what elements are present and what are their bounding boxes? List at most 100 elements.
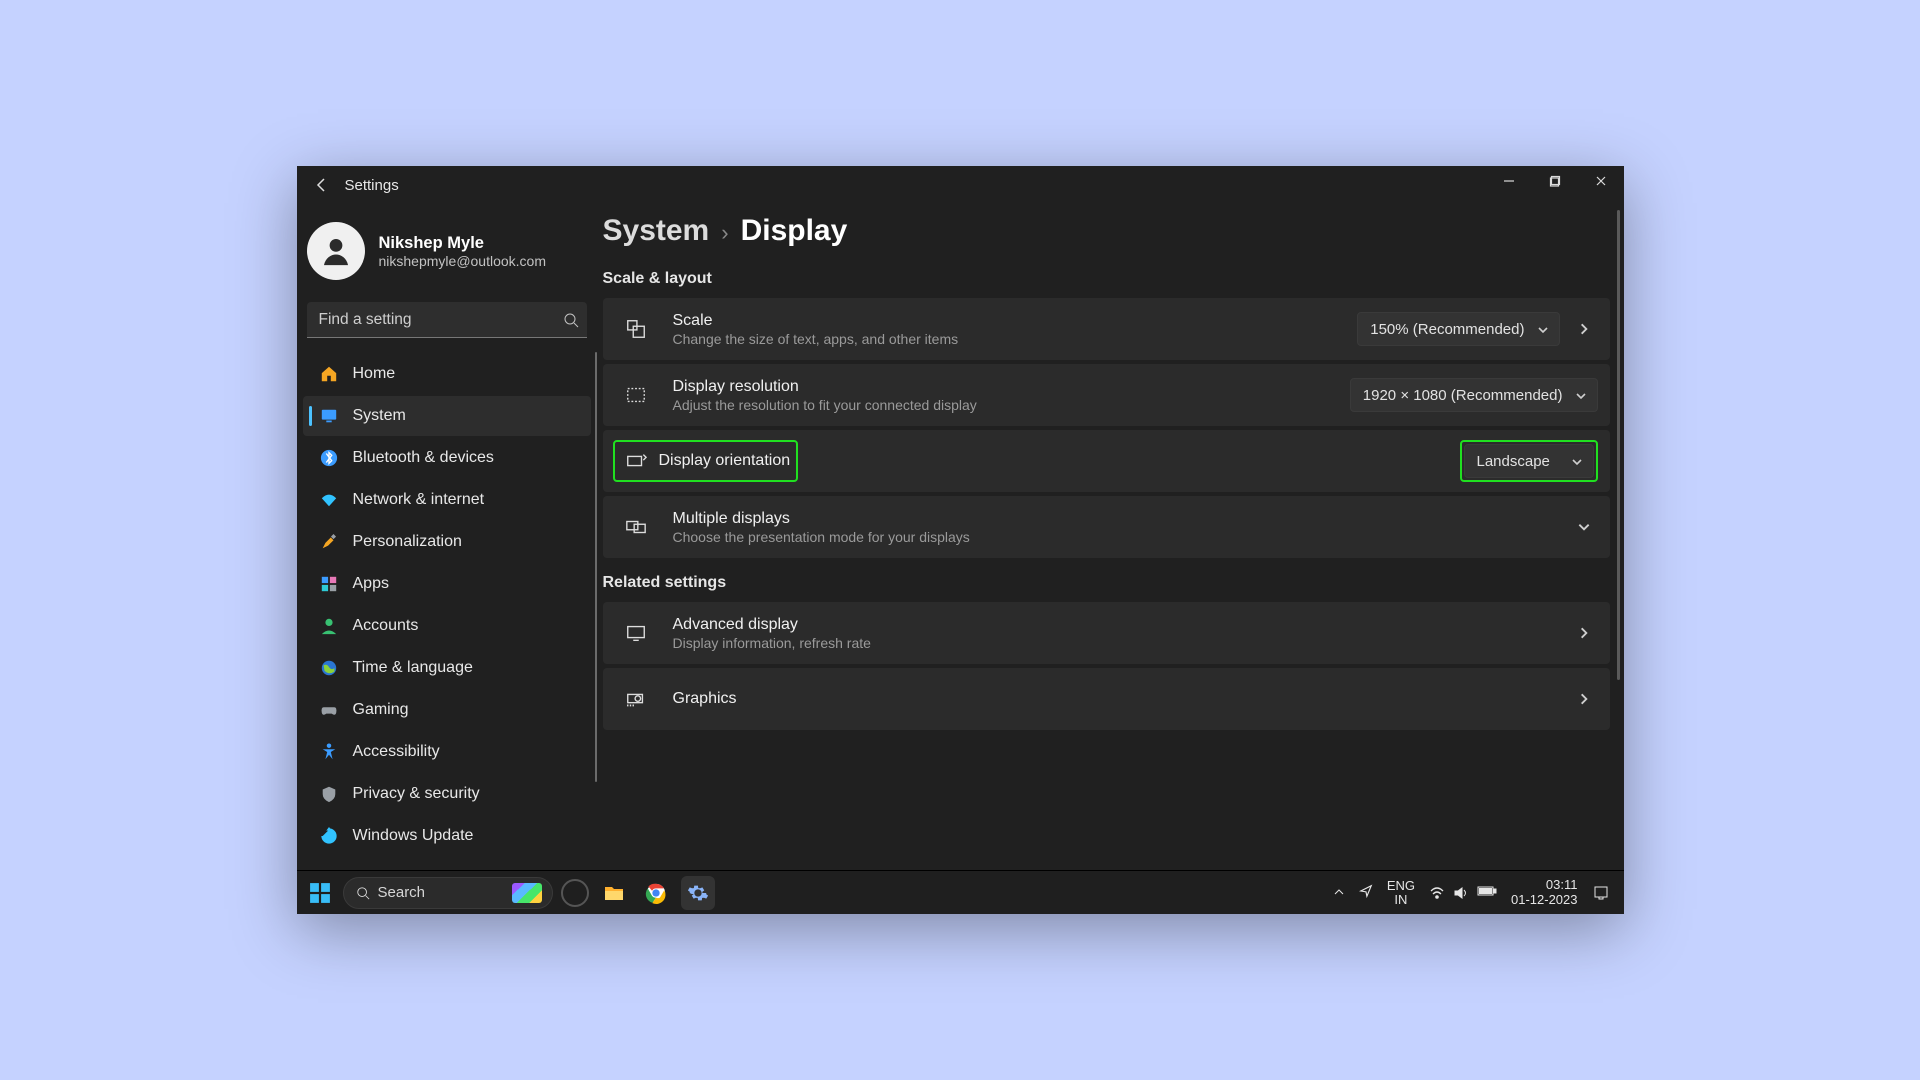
sidebar-item-gaming[interactable]: Gaming (303, 690, 591, 730)
multimonitor-icon (619, 510, 653, 544)
taskbar-app-chrome[interactable] (639, 876, 673, 910)
chevron-down-icon (1575, 389, 1587, 401)
setting-title: Display orientation (659, 452, 791, 470)
sidebar-item-label: Accessibility (353, 743, 440, 761)
resolution-dropdown[interactable]: 1920 × 1080 (Recommended) (1350, 378, 1598, 412)
sidebar-item-system[interactable]: System (303, 396, 591, 436)
sidebar-item-label: Windows Update (353, 827, 474, 845)
content: System › Display Scale & layout Scale Ch… (597, 204, 1624, 870)
person-icon (319, 616, 339, 636)
shield-icon (319, 784, 339, 804)
orientation-dropdown[interactable]: Landscape (1464, 444, 1594, 478)
wifi-icon (319, 490, 339, 510)
setting-desc: Display information, refresh rate (673, 635, 871, 651)
settings-window: Settings Nikshep Myle nikshepmyle@outlo (297, 166, 1624, 914)
sidebar-item-update[interactable]: Windows Update (303, 816, 591, 856)
taskview-button[interactable] (561, 879, 589, 907)
navigate-arrow[interactable] (1570, 685, 1598, 713)
home-icon (319, 364, 339, 384)
resolution-icon (619, 378, 653, 412)
sidebar-item-home[interactable]: Home (303, 354, 591, 394)
system-tray[interactable] (1429, 885, 1497, 901)
setting-card-multiple[interactable]: Multiple displays Choose the presentatio… (603, 496, 1610, 558)
battery-icon (1477, 885, 1497, 897)
setting-title: Scale (673, 312, 959, 330)
dropdown-value: 1920 × 1080 (Recommended) (1363, 387, 1563, 404)
taskbar-search[interactable]: Search (343, 877, 553, 909)
titlebar: Settings (297, 166, 1624, 204)
globe-icon (319, 658, 339, 678)
setting-title: Graphics (673, 690, 737, 708)
taskbar-search-label: Search (378, 884, 504, 901)
clock-date: 01-12-2023 (1511, 893, 1578, 907)
setting-card-orientation[interactable]: Display orientation Landscape (603, 430, 1610, 492)
taskbar-app-explorer[interactable] (597, 876, 631, 910)
section-heading-related: Related settings (603, 574, 1610, 592)
setting-title: Display resolution (673, 378, 977, 396)
nav: Home System Bluetooth & devices Network … (297, 352, 597, 870)
expand-arrow[interactable] (1570, 315, 1598, 343)
sidebar-item-label: Home (353, 365, 396, 383)
sidebar-item-label: Network & internet (353, 491, 485, 509)
sidebar-item-privacy[interactable]: Privacy & security (303, 774, 591, 814)
setting-title: Multiple displays (673, 510, 970, 528)
breadcrumb-parent[interactable]: System (603, 214, 710, 248)
user-email: nikshepmyle@outlook.com (379, 253, 547, 269)
language-indicator[interactable]: ENG IN (1387, 879, 1415, 906)
navigate-arrow[interactable] (1570, 619, 1598, 647)
lang-secondary: IN (1387, 893, 1415, 907)
content-scrollbar[interactable] (1617, 210, 1620, 680)
minimize-button[interactable] (1486, 166, 1532, 196)
clock[interactable]: 03:11 01-12-2023 (1511, 878, 1578, 907)
highlight-orientation-value: Landscape (1460, 440, 1598, 482)
taskbar: Search ENG IN (297, 870, 1624, 914)
setting-card-graphics[interactable]: Graphics (603, 668, 1610, 730)
bluetooth-icon (319, 448, 339, 468)
avatar (307, 222, 365, 280)
setting-desc: Adjust the resolution to fit your connec… (673, 397, 977, 413)
back-button[interactable] (307, 170, 337, 200)
sidebar-item-bluetooth[interactable]: Bluetooth & devices (303, 438, 591, 478)
location-icon[interactable] (1359, 884, 1373, 901)
highlight-orientation-label: Display orientation (613, 440, 799, 482)
sidebar-item-label: Accounts (353, 617, 419, 635)
sidebar-item-apps[interactable]: Apps (303, 564, 591, 604)
search-icon (356, 886, 370, 900)
start-button[interactable] (305, 878, 335, 908)
sidebar-item-personalization[interactable]: Personalization (303, 522, 591, 562)
sidebar-item-label: Apps (353, 575, 389, 593)
scale-icon (619, 312, 653, 346)
user-name: Nikshep Myle (379, 234, 547, 253)
monitor-info-icon (619, 616, 653, 650)
search-highlight-icon (512, 883, 542, 903)
chevron-down-icon (1537, 323, 1549, 335)
taskbar-app-settings[interactable] (681, 876, 715, 910)
notifications-button[interactable] (1592, 884, 1610, 902)
setting-card-scale[interactable]: Scale Change the size of text, apps, and… (603, 298, 1610, 360)
chevron-right-icon: › (721, 220, 728, 246)
setting-desc: Choose the presentation mode for your di… (673, 529, 970, 545)
monitor-icon (319, 406, 339, 426)
scale-dropdown[interactable]: 150% (Recommended) (1357, 312, 1559, 346)
sidebar-item-time[interactable]: Time & language (303, 648, 591, 688)
sidebar-item-label: Time & language (353, 659, 473, 677)
sidebar-item-label: Gaming (353, 701, 409, 719)
expand-chevron[interactable] (1570, 513, 1598, 541)
user-profile[interactable]: Nikshep Myle nikshepmyle@outlook.com (297, 214, 597, 292)
close-button[interactable] (1578, 166, 1624, 196)
brush-icon (319, 532, 339, 552)
tray-overflow[interactable] (1333, 885, 1345, 901)
maximize-button[interactable] (1532, 166, 1578, 196)
setting-card-resolution[interactable]: Display resolution Adjust the resolution… (603, 364, 1610, 426)
sidebar-item-accessibility[interactable]: Accessibility (303, 732, 591, 772)
chevron-down-icon (1571, 455, 1583, 467)
search-input[interactable] (307, 302, 587, 338)
apps-icon (319, 574, 339, 594)
sidebar-item-accounts[interactable]: Accounts (303, 606, 591, 646)
search-field[interactable] (319, 311, 563, 329)
accessibility-icon (319, 742, 339, 762)
sidebar-item-network[interactable]: Network & internet (303, 480, 591, 520)
window-title: Settings (345, 177, 399, 194)
dropdown-value: 150% (Recommended) (1370, 321, 1524, 338)
setting-card-advanced[interactable]: Advanced display Display information, re… (603, 602, 1610, 664)
